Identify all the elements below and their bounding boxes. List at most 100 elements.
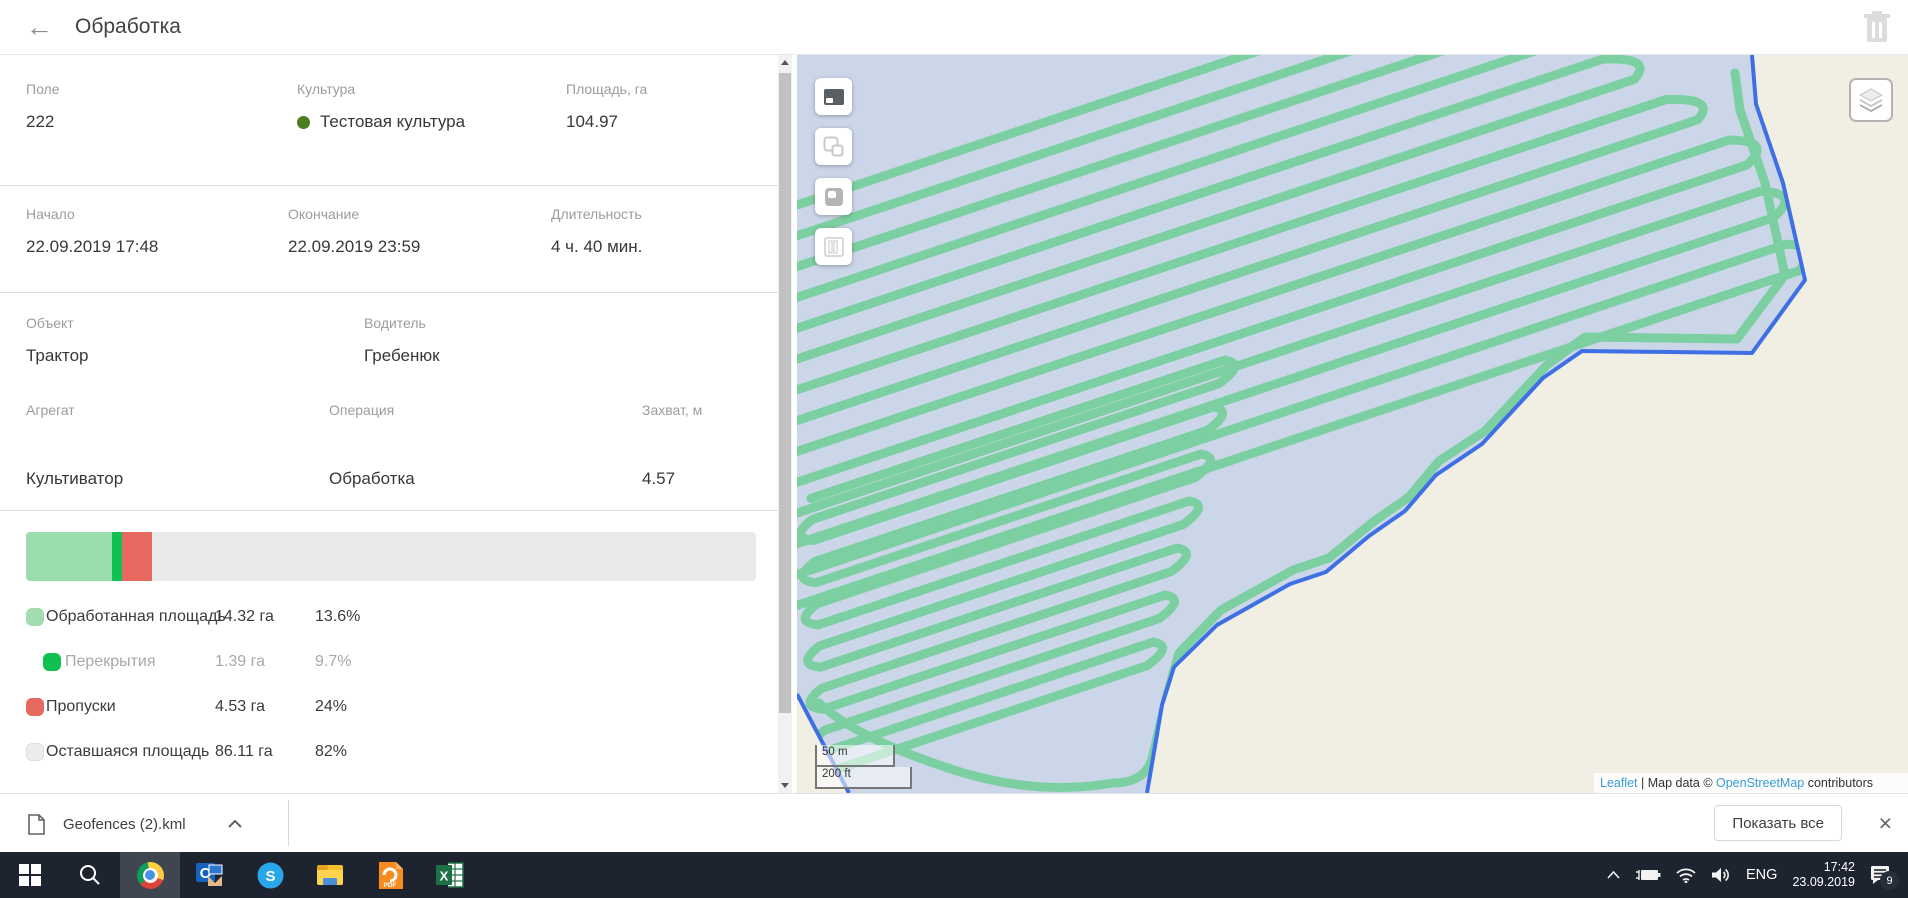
taskbar-excel-button[interactable]: X [420, 852, 480, 898]
overlap-squares-icon [823, 136, 845, 158]
start-label: Начало [26, 206, 288, 222]
progress-segment-overlap [112, 532, 122, 581]
scroll-up-icon[interactable] [778, 55, 792, 70]
progress-segment-remaining [152, 532, 756, 581]
skype-icon: S [257, 862, 284, 889]
search-icon [78, 863, 102, 887]
osm-link[interactable]: OpenStreetMap [1716, 776, 1804, 790]
header: ← Обработка [0, 0, 1908, 55]
coverage-label: Захват, м [642, 402, 778, 418]
culture-name: Тестовая культура [320, 112, 465, 132]
culture-label: Культура [297, 81, 566, 97]
notification-badge: 9 [1880, 871, 1899, 890]
missed-swatch [26, 698, 44, 716]
wifi-icon[interactable] [1676, 868, 1696, 883]
driver-value: Гребенюк [364, 346, 778, 366]
field-label: Поле [26, 81, 297, 97]
implement-label: Агрегат [26, 402, 329, 418]
map-tool-tracks-button[interactable] [815, 228, 852, 265]
area-value: 104.97 [566, 112, 778, 132]
legend-row-remaining: Оставшаяся площадь 86.11 га 82% [26, 730, 756, 775]
coverage-progress-bar [26, 532, 756, 581]
remaining-area: 86.11 га [215, 743, 273, 761]
clock-time: 17:42 [1792, 860, 1855, 875]
svg-text:S: S [265, 868, 275, 885]
section-field: Поле Культура Площадь, га 222 Тестовая к… [0, 55, 778, 186]
svg-text:PDF: PDF [384, 882, 397, 889]
map-container[interactable]: 50 m 200 ft Leaflet | Map data © OpenStr… [797, 55, 1908, 793]
overlap-pct: 9.7% [315, 653, 351, 671]
action-center-button[interactable]: 9 [1870, 865, 1892, 885]
back-arrow-icon[interactable]: ← [26, 14, 53, 41]
area-label: Площадь, га [566, 81, 778, 97]
missed-area: 4.53 га [215, 698, 265, 716]
page-title: Обработка [75, 15, 181, 39]
taskbar-explorer-button[interactable] [300, 852, 360, 898]
show-all-button[interactable]: Показать все [1714, 805, 1842, 841]
map-scale-control: 50 m 200 ft [815, 745, 912, 789]
download-item[interactable]: Geofences (2).kml [28, 806, 242, 842]
map-canvas[interactable] [797, 55, 1908, 793]
file-icon [28, 814, 45, 835]
attribution-suffix: contributors [1804, 776, 1873, 790]
taskbar-chrome-button[interactable] [120, 852, 180, 898]
tray-chevron-up-icon[interactable] [1607, 871, 1620, 879]
app-window: ← Обработка Поле Культура Площадь, га 22… [0, 0, 1908, 898]
scale-imperial: 200 ft [815, 767, 912, 789]
processed-label: Обработанная площадь [46, 608, 226, 626]
taskbar-skype-button[interactable]: S [240, 852, 300, 898]
taskbar-outlook-button[interactable]: O [180, 852, 240, 898]
delete-trash-icon[interactable] [1860, 9, 1894, 45]
file-explorer-icon [316, 863, 344, 887]
progress-segment-processed [26, 532, 112, 581]
end-label: Окончание [288, 206, 551, 222]
coverage-legend: Обработанная площадь 14.32 га 13.6% Пере… [26, 595, 756, 775]
stripes-icon [823, 236, 845, 258]
progress-segment-missed [122, 532, 151, 581]
language-indicator[interactable]: ENG [1746, 867, 1777, 883]
download-bar: Geofences (2).kml Показать все × [0, 793, 1908, 852]
scroll-down-icon[interactable] [778, 778, 792, 793]
map-layers-button[interactable] [1849, 78, 1893, 122]
start-value: 22.09.2019 17:48 [26, 237, 288, 257]
legend-row-overlap: Перекрытия 1.39 га 9.7% [26, 640, 756, 685]
object-value: Трактор [26, 346, 364, 366]
taskbar-search-button[interactable] [60, 852, 120, 898]
start-button[interactable] [0, 852, 60, 898]
leaflet-link[interactable]: Leaflet [1600, 776, 1638, 790]
missed-pct: 24% [315, 698, 347, 716]
taskbar-foxit-button[interactable]: PDF [360, 852, 420, 898]
missed-label: Пропуски [46, 698, 116, 716]
map-tool-compare-button[interactable] [815, 128, 852, 165]
panel-scrollbar[interactable] [778, 55, 792, 793]
remaining-swatch [26, 743, 44, 761]
implement-value: Культиватор [26, 469, 329, 489]
map-attribution: Leaflet | Map data © OpenStreetMap contr… [1594, 773, 1908, 793]
chevron-up-icon[interactable] [228, 820, 242, 828]
layers-icon [1858, 87, 1884, 113]
driver-label: Водитель [364, 315, 778, 331]
outlook-icon: O [196, 862, 224, 889]
details-panel: Поле Культура Площадь, га 222 Тестовая к… [0, 55, 778, 793]
close-download-bar-icon[interactable]: × [1879, 807, 1892, 839]
foxit-pdf-icon: PDF [377, 862, 403, 889]
windows-logo-icon [19, 864, 41, 886]
battery-icon[interactable] [1635, 868, 1661, 882]
overview-icon [823, 88, 845, 106]
volume-icon[interactable] [1711, 867, 1731, 883]
taskbar: O S [0, 852, 1908, 898]
section-time: Начало Окончание Длительность 22.09.2019… [0, 186, 778, 293]
map-tool-overview-button[interactable] [815, 78, 852, 115]
section-stats: Обработанная площадь 14.32 га 13.6% Пере… [0, 511, 778, 793]
operation-label: Операция [329, 402, 642, 418]
section-machine: Объект Водитель Трактор Гребенюк Агрегат… [0, 293, 778, 511]
map-tool-fill-button[interactable] [815, 178, 852, 215]
clock[interactable]: 17:42 23.09.2019 [1792, 860, 1855, 890]
duration-label: Длительность [551, 206, 778, 222]
remaining-pct: 82% [315, 743, 347, 761]
scrollbar-thumb[interactable] [779, 73, 791, 713]
svg-text:X: X [440, 869, 449, 884]
filled-square-icon [824, 187, 844, 207]
legend-row-processed: Обработанная площадь 14.32 га 13.6% [26, 595, 756, 640]
processed-area: 14.32 га [215, 608, 274, 626]
